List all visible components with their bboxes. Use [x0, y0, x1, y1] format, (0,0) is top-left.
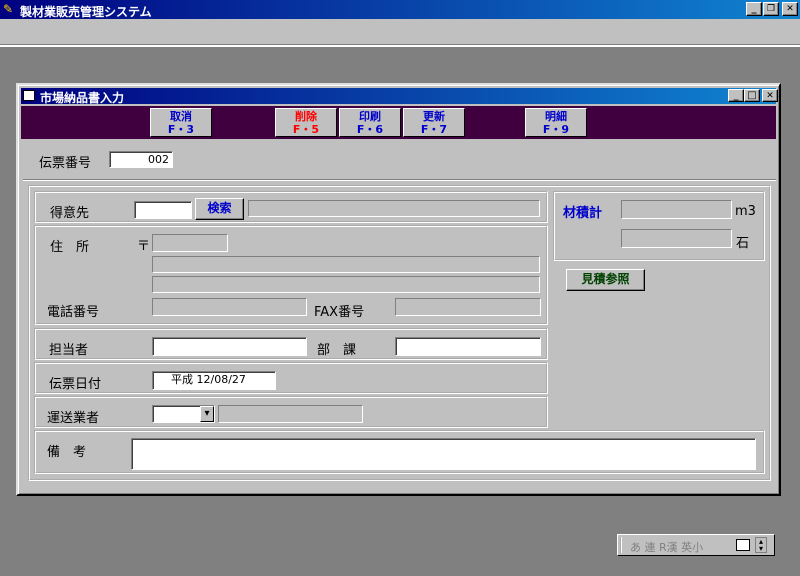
carrier-label: 運送業者: [47, 411, 100, 426]
cancel-key: F・3: [167, 123, 195, 136]
slip-date-value: 平成 12/08/27: [171, 373, 246, 386]
postal-mark: 〒: [137, 239, 151, 254]
update-key: F・7: [420, 123, 448, 136]
fax-label: FAX番号: [314, 305, 365, 320]
form-minimize-button[interactable]: _: [728, 89, 744, 102]
detail-button[interactable]: 明細 F・9: [525, 108, 587, 137]
staff-input[interactable]: [152, 337, 307, 356]
app-title-bar: ✎ 製材業販売管理システム _ ❐ ✕: [0, 0, 800, 19]
ime-scroll-icon[interactable]: ▴ ▾: [755, 537, 767, 553]
notes-input[interactable]: [131, 438, 756, 470]
date-group: [34, 362, 548, 394]
delete-label: 削除: [295, 110, 317, 123]
volume-label: 材積計: [563, 206, 603, 221]
address-line1-field: [152, 256, 540, 273]
estimate-reference-button[interactable]: 見積参照: [566, 269, 645, 291]
header-separator: [23, 179, 776, 181]
volume-koku-field: [621, 229, 732, 248]
slip-number-field[interactable]: 002: [109, 151, 173, 168]
form-maximize-button[interactable]: □: [744, 89, 760, 102]
fax-field: [395, 298, 541, 316]
form-title: 市場納品書入力: [40, 91, 125, 105]
carrier-select[interactable]: ▾: [152, 405, 215, 423]
notes-label: 備 考: [47, 445, 87, 460]
delete-button[interactable]: 削除 F・5: [275, 108, 337, 137]
update-button[interactable]: 更新 F・7: [403, 108, 465, 137]
app-toolbar: [0, 19, 800, 45]
ime-window-icon[interactable]: [736, 539, 750, 551]
print-button[interactable]: 印刷 F・6: [339, 108, 401, 137]
customer-name-field: [248, 200, 540, 217]
app-minimize-button[interactable]: _: [746, 2, 762, 16]
slip-number-label: 伝票番号: [39, 156, 92, 171]
app-icon: ✎: [3, 2, 14, 16]
app-title: 製材業販売管理システム: [20, 5, 152, 19]
detail-label: 明細: [545, 110, 567, 123]
volume-koku-unit: 石: [736, 236, 750, 251]
detail-key: F・9: [542, 123, 570, 136]
cancel-label: 取消: [170, 110, 192, 123]
slip-number-value: 002: [148, 153, 169, 166]
slip-date-label: 伝票日付: [49, 377, 102, 392]
toolbar-separator: [0, 45, 800, 47]
function-key-bar: 取消 F・3 削除 F・5 印刷 F・6 更新 F・7 明細 F・9: [21, 106, 776, 139]
form-window: 市場納品書入力 _ □ ✕ 取消 F・3 削除 F・5 印刷 F・6 更新 F・…: [16, 83, 781, 496]
volume-m3-field: [621, 200, 732, 219]
chevron-down-icon: ▾: [204, 408, 210, 419]
update-label: 更新: [423, 110, 445, 123]
form-close-button[interactable]: ✕: [762, 89, 778, 102]
form-icon: [23, 90, 35, 101]
phone-field: [152, 298, 307, 316]
print-label: 印刷: [359, 110, 381, 123]
cancel-button[interactable]: 取消 F・3: [150, 108, 212, 137]
department-input[interactable]: [395, 337, 541, 356]
ime-status-bar: あ 連 R漢 英小 ▴ ▾: [617, 534, 775, 556]
staff-label: 担当者: [49, 343, 89, 358]
customer-code-input[interactable]: [134, 201, 192, 219]
app-close-button[interactable]: ✕: [782, 2, 798, 16]
ime-handle-icon[interactable]: [620, 537, 626, 553]
customer-search-button[interactable]: 検索: [195, 198, 244, 220]
delete-key: F・5: [292, 123, 320, 136]
volume-m3-unit: m3: [735, 204, 756, 219]
address-line2-field: [152, 276, 540, 293]
customer-label: 得意先: [50, 206, 90, 221]
carrier-dropdown-button[interactable]: ▾: [200, 406, 214, 422]
address-label: 住 所: [50, 240, 90, 255]
postal-code-field: [152, 234, 228, 252]
print-key: F・6: [356, 123, 384, 136]
carrier-name-field: [218, 405, 363, 423]
ime-mode-text[interactable]: あ 連 R漢 英小: [630, 539, 703, 555]
app-restore-button[interactable]: ❐: [763, 2, 779, 16]
department-label: 部 課: [317, 343, 357, 358]
slip-date-input[interactable]: 平成 12/08/27: [152, 371, 276, 390]
phone-label: 電話番号: [47, 305, 100, 320]
form-title-bar: 市場納品書入力 _ □ ✕: [21, 88, 778, 105]
